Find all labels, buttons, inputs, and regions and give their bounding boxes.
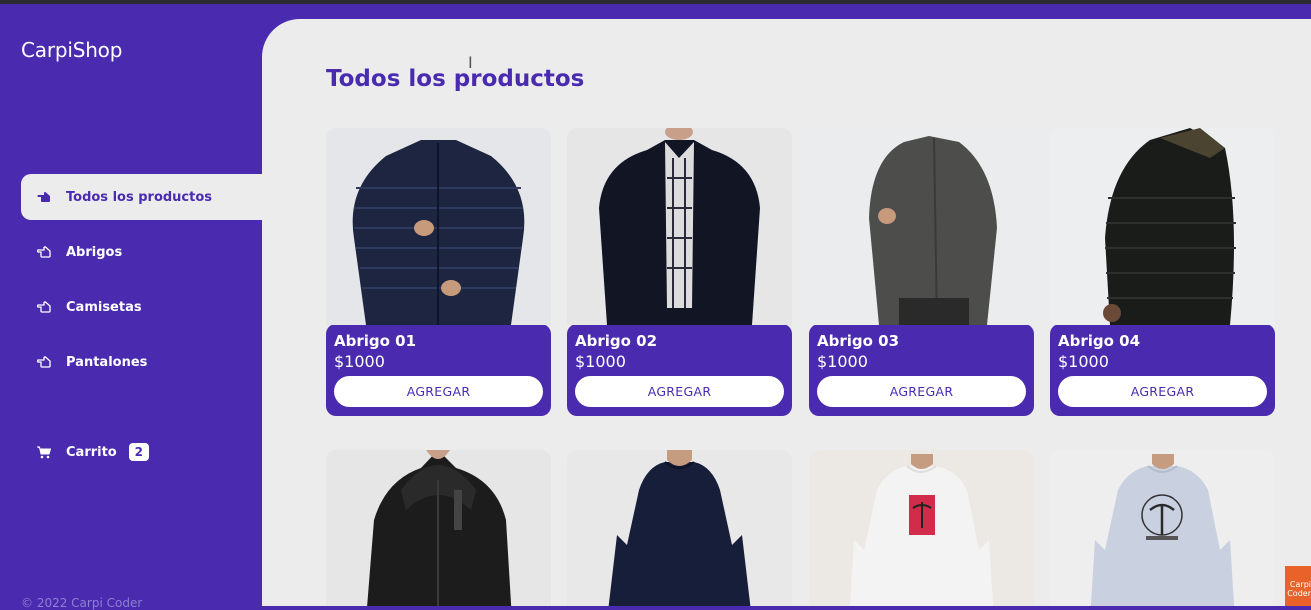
- product-info: Abrigo 04 $1000 AGREGAR: [1050, 324, 1275, 416]
- product-image: [567, 128, 792, 325]
- sidebar-item-label: Pantalones: [66, 354, 148, 370]
- product-info: Abrigo 03 $1000 AGREGAR: [809, 324, 1034, 416]
- sidebar-item-todos[interactable]: Todos los productos: [21, 174, 262, 220]
- cart-count-badge: 2: [128, 443, 149, 461]
- product-price: $1000: [575, 352, 626, 371]
- hand-pointer-icon: [36, 189, 52, 205]
- logo[interactable]: CarpiShop: [21, 38, 122, 62]
- sidebar-item-pantalones[interactable]: Pantalones: [21, 339, 262, 385]
- sidebar-item-label: Abrigos: [66, 244, 123, 260]
- product-image: [567, 450, 792, 606]
- product-card: [1050, 450, 1275, 606]
- product-image: [326, 450, 551, 606]
- sidebar-item-label: Carrito: [66, 444, 117, 460]
- add-to-cart-button[interactable]: AGREGAR: [1058, 376, 1267, 407]
- add-to-cart-button[interactable]: AGREGAR: [575, 376, 784, 407]
- sidebar-item-label: Camisetas: [66, 299, 142, 315]
- page-title: Todos los productos: [326, 66, 585, 92]
- add-to-cart-button[interactable]: AGREGAR: [334, 376, 543, 407]
- product-price: $1000: [1058, 352, 1109, 371]
- product-card: Abrigo 03 $1000 AGREGAR: [809, 128, 1034, 416]
- sidebar-item-carrito[interactable]: Carrito 2: [21, 429, 262, 475]
- add-to-cart-button[interactable]: AGREGAR: [817, 376, 1026, 407]
- product-name: Abrigo 02: [575, 332, 658, 350]
- cart-icon: [36, 444, 52, 460]
- product-image: [326, 128, 551, 325]
- product-image: [809, 450, 1034, 606]
- hand-pointer-outline-icon: [36, 354, 52, 370]
- hand-pointer-outline-icon: [36, 299, 52, 315]
- sidebar-item-camisetas[interactable]: Camisetas: [21, 284, 262, 330]
- product-info: Abrigo 01 $1000 AGREGAR: [326, 324, 551, 416]
- hand-pointer-outline-icon: [36, 244, 52, 260]
- product-name: Abrigo 04: [1058, 332, 1141, 350]
- product-price: $1000: [817, 352, 868, 371]
- text-cursor-icon: I: [468, 53, 473, 72]
- product-card: [326, 450, 551, 606]
- product-name: Abrigo 03: [817, 332, 900, 350]
- sidebar-item-abrigos[interactable]: Abrigos: [21, 229, 262, 275]
- product-card: [809, 450, 1034, 606]
- product-card: Abrigo 01 $1000 AGREGAR: [326, 128, 551, 416]
- watermark-logo: Carpi Coder: [1285, 566, 1311, 606]
- product-price: $1000: [334, 352, 385, 371]
- product-image: [1050, 450, 1275, 606]
- sidebar-item-label: Todos los productos: [66, 189, 213, 205]
- main-content: Todos los productos I Abrigo 01 $1000 AG…: [262, 19, 1311, 606]
- product-card: Abrigo 04 $1000 AGREGAR: [1050, 128, 1275, 416]
- sidebar: CarpiShop Todos los productos Abrigos Ca…: [0, 4, 262, 610]
- product-image: [809, 128, 1034, 325]
- footer-copyright: © 2022 Carpi Coder: [21, 596, 143, 610]
- product-card: [567, 450, 792, 606]
- product-name: Abrigo 01: [334, 332, 417, 350]
- product-info: Abrigo 02 $1000 AGREGAR: [567, 324, 792, 416]
- product-image: [1050, 128, 1275, 325]
- product-card: Abrigo 02 $1000 AGREGAR: [567, 128, 792, 416]
